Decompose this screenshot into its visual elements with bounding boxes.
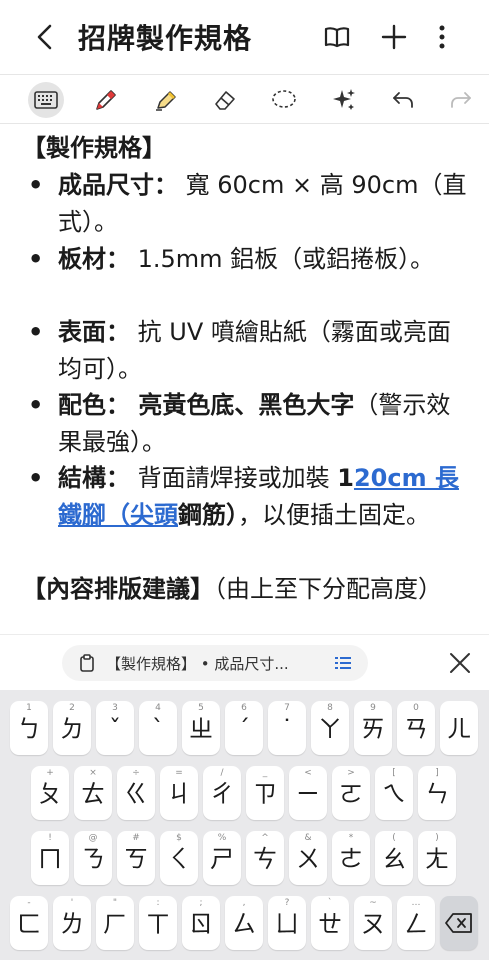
- section-heading-specs: 【製作規格】: [22, 134, 166, 162]
- back-button[interactable]: [28, 20, 62, 54]
- key[interactable]: < ㄧ: [289, 766, 327, 820]
- highlighter-icon: [156, 91, 176, 111]
- close-suggestion-button[interactable]: [444, 647, 476, 679]
- chevron-left-icon: [37, 24, 52, 50]
- keyboard-icon: [34, 91, 58, 109]
- key[interactable]: ~ ㄡ: [354, 896, 392, 950]
- key[interactable]: ) ㄤ: [418, 831, 456, 885]
- key[interactable]: ; ㄖ: [182, 896, 220, 950]
- key[interactable]: 1ㄅ: [10, 701, 48, 755]
- key[interactable]: 3ˇ: [96, 701, 134, 755]
- redo-icon: [451, 92, 471, 108]
- key[interactable]: # ㄎ: [117, 831, 155, 885]
- key[interactable]: / ㄔ: [203, 766, 241, 820]
- book-icon: [324, 27, 350, 48]
- key[interactable]: 5ㄓ: [182, 701, 220, 755]
- key[interactable]: _ ㄗ: [246, 766, 284, 820]
- key[interactable]: × ㄊ: [74, 766, 112, 820]
- list-item: 表面： 抗 UV 噴繪貼紙（霧面或亮面均可）。: [28, 314, 470, 387]
- key[interactable]: (ㄠ: [375, 831, 413, 885]
- key[interactable]: ! ㄇ: [31, 831, 69, 885]
- pen-tool[interactable]: [88, 82, 124, 118]
- key[interactable]: ' ㄌ: [53, 896, 91, 950]
- key[interactable]: ` ㄝ: [311, 896, 349, 950]
- key[interactable]: 7 ˙: [268, 701, 306, 755]
- key[interactable]: $ ㄑ: [160, 831, 198, 885]
- key[interactable]: % ㄕ: [203, 831, 241, 885]
- lasso-icon: [272, 90, 296, 108]
- pen-toolbar: [0, 74, 489, 124]
- eraser-tool[interactable]: [207, 82, 243, 118]
- app-header: 招牌製作規格: [0, 0, 489, 74]
- list-item: 配色： 亮黃色底、黑色大字（警示效果最強）。: [28, 387, 470, 460]
- key[interactable]: > ㄛ: [332, 766, 370, 820]
- key[interactable]: ,ㄙ: [225, 896, 263, 950]
- ai-sparkle-icon: [333, 89, 355, 110]
- key[interactable]: -ㄈ: [10, 896, 48, 950]
- key[interactable]: & ㄨ: [289, 831, 327, 885]
- highlighter-tool[interactable]: [148, 82, 184, 118]
- page-title: 招牌製作規格: [78, 22, 253, 55]
- reading-mode-button[interactable]: [320, 20, 354, 54]
- redo-button[interactable]: [443, 82, 479, 118]
- key[interactable]: ] ㄣ: [418, 766, 456, 820]
- ai-assist-tool[interactable]: [326, 82, 362, 118]
- key[interactable]: ? ㄩ: [268, 896, 306, 950]
- key[interactable]: " ㄏ: [96, 896, 134, 950]
- key[interactable]: 2ㄉ: [53, 701, 91, 755]
- section-heading-layout: 【內容排版建議】（由上至下分配高度）: [22, 575, 442, 603]
- pen-icon: [96, 90, 116, 110]
- close-icon: [450, 653, 470, 673]
- keyboard-tool[interactable]: [28, 82, 64, 118]
- plus-icon: [381, 24, 407, 50]
- add-button[interactable]: [377, 20, 411, 54]
- key[interactable]: = ㄐ: [160, 766, 198, 820]
- key[interactable]: @ ㄋ: [74, 831, 112, 885]
- key[interactable]: + ㄆ: [31, 766, 69, 820]
- list-item: 結構： 背面請焊接或加裝 120cm 長鐵腳（尖頭鋼筋），以便插土固定。: [28, 460, 470, 533]
- undo-button[interactable]: [385, 82, 421, 118]
- more-options-button[interactable]: [425, 20, 459, 54]
- key[interactable]: 0ㄢ: [397, 701, 435, 755]
- key[interactable]: :ㄒ: [139, 896, 177, 950]
- key[interactable]: ÷ ㄍ: [117, 766, 155, 820]
- key[interactable]: ㄦ: [440, 701, 478, 755]
- list-item: 板材： 1.5mm 鋁板（或鋁捲板）。: [28, 241, 470, 278]
- key[interactable]: 9ㄞ: [354, 701, 392, 755]
- key[interactable]: … ㄥ: [397, 896, 435, 950]
- clipboard-chip[interactable]: 【製作規格】 • 成品尺寸...: [62, 645, 368, 681]
- key[interactable]: [ㄟ: [375, 766, 413, 820]
- key[interactable]: 8ㄚ: [311, 701, 349, 755]
- note-body[interactable]: 【製作規格】 成品尺寸： 寬 60cm × 高 90cm（直式）。 板材： 1.…: [0, 126, 489, 634]
- key[interactable]: ^ ㄘ: [246, 831, 284, 885]
- key[interactable]: * ㄜ: [332, 831, 370, 885]
- key[interactable]: 6ˊ: [225, 701, 263, 755]
- zhuyin-keyboard: 1ㄅ 2ㄉ 3ˇ 4ˋ 5ㄓ 6ˊ 7 ˙ 8ㄚ 9ㄞ 0ㄢ ㄦ + ㄆ × ㄊ ÷ ㄍ…: [0, 690, 489, 960]
- backspace-key[interactable]: [440, 896, 478, 950]
- eraser-icon: [215, 91, 235, 110]
- clipboard-chip-text: 【製作規格】 • 成品尺寸...: [106, 654, 289, 673]
- more-vert-icon: [439, 25, 445, 49]
- undo-icon: [393, 92, 413, 108]
- backspace-icon: [445, 913, 472, 933]
- lasso-tool[interactable]: [266, 82, 302, 118]
- list-item: 成品尺寸： 寬 60cm × 高 90cm（直式）。: [28, 167, 470, 240]
- list-icon: [335, 657, 351, 669]
- clipboard-suggestion-bar: 【製作規格】 • 成品尺寸...: [0, 634, 489, 690]
- key[interactable]: 4ˋ: [139, 701, 177, 755]
- clipboard-icon: [80, 654, 94, 672]
